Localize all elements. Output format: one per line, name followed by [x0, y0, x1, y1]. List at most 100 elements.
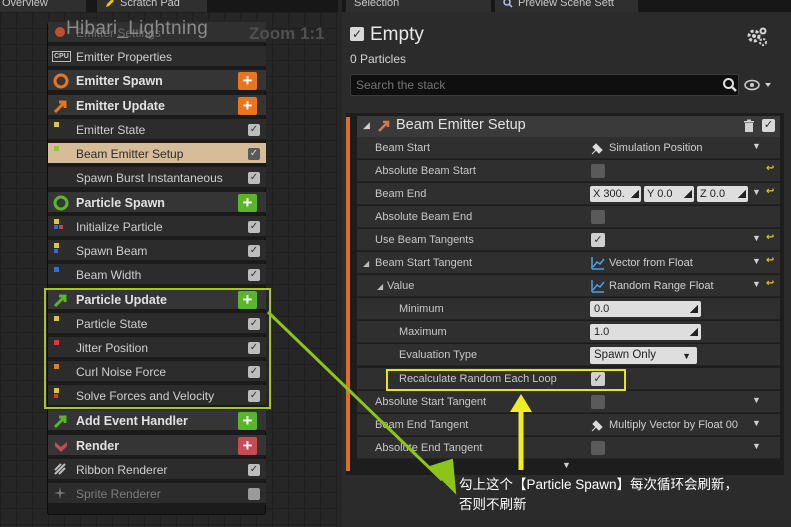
module-spawn-beam[interactable]: Spawn Beam ✓	[48, 240, 266, 262]
dropdown-arrow-icon[interactable]: ▼	[752, 279, 761, 289]
emitter-update-icon	[53, 98, 69, 114]
row-emitter-properties[interactable]: CPU Emitter Properties	[48, 46, 266, 68]
section-emitter-spawn[interactable]: Emitter Spawn +	[48, 70, 266, 92]
chevron-down-icon: ▼	[682, 351, 691, 361]
trash-icon[interactable]	[743, 119, 755, 133]
section-emitter-update[interactable]: Emitter Update +	[48, 95, 266, 117]
gear-icon[interactable]	[745, 25, 769, 49]
maximum-value: 1.0	[594, 326, 610, 338]
row-label: Spawn Beam	[76, 244, 148, 258]
tab-scratch-pad[interactable]: Scratch Pad	[97, 0, 207, 12]
tab-preview-scene-settings[interactable]: Preview Scene Sett	[495, 0, 638, 12]
maximum-field[interactable]: 1.0	[590, 324, 701, 340]
reset-icon[interactable]: ↩	[766, 186, 774, 197]
scroll-down-icon[interactable]: ▼	[562, 460, 571, 470]
prop-value[interactable]: Multiply Vector by Float 00	[609, 419, 738, 431]
module-header-beam-emitter-setup[interactable]: ◢ Beam Emitter Setup	[357, 116, 780, 137]
prop-value[interactable]: Simulation Position	[609, 142, 703, 154]
absolute-start-tangent-checkbox[interactable]	[591, 395, 605, 409]
enable-checkbox[interactable]: ✓	[248, 148, 260, 160]
search-stack-input[interactable]	[350, 74, 739, 96]
collapse-icon[interactable]: ◢	[363, 120, 370, 131]
prop-absolute-beam-end: Absolute Beam End	[357, 206, 780, 228]
prop-maximum: Maximum 1.0	[357, 321, 780, 343]
reset-icon[interactable]: ↩	[766, 278, 774, 289]
row-label: Initialize Particle	[76, 220, 163, 234]
enable-checkbox[interactable]: ✓	[248, 269, 260, 281]
prop-absolute-beam-start: Absolute Beam Start ↩	[357, 160, 780, 182]
enable-checkbox[interactable]: ✓	[248, 221, 260, 233]
dropdown-arrow-icon[interactable]: ▼	[752, 233, 761, 243]
cpu-icon: CPU	[52, 51, 71, 62]
prop-value[interactable]: Vector from Float	[609, 257, 693, 269]
add-renderer-button[interactable]: +	[238, 437, 257, 455]
tab-selection[interactable]: Selection	[346, 0, 491, 12]
tab-overview[interactable]: Overview	[0, 0, 86, 12]
collapse-icon[interactable]: ◢	[377, 282, 383, 291]
visibility-dropdown-icon[interactable]	[744, 78, 774, 92]
row-label: Add Event Handler	[76, 414, 188, 428]
dropdown-arrow-icon[interactable]: ▼	[752, 141, 761, 151]
prop-beam-start: Beam Start Simulation Position ▼	[357, 137, 780, 159]
prop-absolute-start-tangent: Absolute Start Tangent ▼	[357, 391, 780, 413]
dropdown-arrow-icon[interactable]: ▼	[752, 418, 761, 428]
use-beam-tangents-checkbox[interactable]: ✓	[591, 233, 605, 247]
dropdown-arrow-icon[interactable]: ▼	[752, 187, 761, 197]
add-particle-spawn-button[interactable]: +	[238, 194, 257, 212]
module-beam-emitter-setup[interactable]: Beam Emitter Setup ✓	[48, 143, 266, 165]
module-beam-width[interactable]: Beam Width ✓	[48, 264, 266, 286]
section-render[interactable]: Render +	[48, 435, 266, 457]
absolute-beam-start-checkbox[interactable]	[591, 164, 605, 178]
enable-checkbox[interactable]: ✓	[248, 464, 260, 476]
module-dot	[54, 146, 59, 151]
dropdown-arrow-icon[interactable]: ▼	[752, 256, 761, 266]
annotation-line-1: 勾上这个【Particle Spawn】每次循环会刷新，	[459, 477, 739, 492]
module-enabled-checkbox[interactable]: ✓	[762, 119, 775, 132]
emitter-enabled-checkbox[interactable]: ✓	[350, 27, 364, 41]
ribbon-icon	[53, 462, 69, 478]
prop-evaluation-type: Evaluation Type Spawn Only ▼	[357, 344, 780, 366]
left-tab-strip: Overview Scratch Pad	[0, 0, 338, 12]
beam-end-z-field[interactable]: Z 0.0	[697, 186, 748, 202]
enable-checkbox[interactable]: ✓	[248, 245, 260, 257]
evaluation-type-select[interactable]: Spawn Only ▼	[590, 347, 697, 364]
emitter-spawn-icon	[53, 73, 69, 89]
module-dot	[54, 267, 59, 272]
add-event-handler-button[interactable]: +	[238, 412, 257, 430]
absolute-end-tangent-checkbox[interactable]	[591, 441, 605, 455]
prop-label: Absolute Start Tangent	[375, 396, 487, 408]
row-label: Beam Emitter Setup	[76, 147, 184, 161]
reset-icon[interactable]: ↩	[766, 163, 774, 174]
module-spawn-burst[interactable]: Spawn Burst Instantaneous ✓	[48, 167, 266, 189]
minimum-field[interactable]: 0.0	[590, 301, 701, 317]
module-dot	[54, 225, 58, 229]
enable-checkbox[interactable]: ✓	[248, 488, 260, 500]
module-emitter-state[interactable]: Emitter State ✓	[48, 119, 266, 141]
vec-y: Y 0.0	[647, 188, 673, 200]
prop-beam-end: Beam End X 300. Y 0.0 Z 0.0 ▼ ↩	[357, 183, 780, 205]
enable-checkbox[interactable]: ✓	[248, 172, 260, 184]
prop-value[interactable]: Random Range Float	[609, 280, 714, 292]
beam-end-y-field[interactable]: Y 0.0	[644, 186, 694, 202]
module-ribbon-renderer[interactable]: Ribbon Renderer ✓	[48, 459, 266, 481]
reset-icon[interactable]: ↩	[766, 232, 774, 243]
add-emitter-update-button[interactable]: +	[238, 97, 257, 115]
add-emitter-spawn-button[interactable]: +	[238, 72, 257, 90]
enable-checkbox[interactable]: ✓	[248, 124, 260, 136]
section-add-event-handler[interactable]: Add Event Handler +	[48, 410, 266, 432]
tab-overview-label: Overview	[2, 0, 48, 9]
absolute-beam-end-checkbox[interactable]	[591, 210, 605, 224]
dropdown-arrow-icon[interactable]: ▼	[752, 395, 761, 405]
search-icon[interactable]	[722, 77, 738, 93]
collapse-icon[interactable]: ◢	[363, 259, 369, 268]
section-particle-spawn[interactable]: Particle Spawn +	[48, 192, 266, 214]
prop-label: Use Beam Tangents	[375, 234, 474, 246]
module-sprite-renderer[interactable]: Sprite Renderer ✓	[48, 483, 266, 505]
dropdown-arrow-icon[interactable]: ▼	[752, 441, 761, 451]
reset-icon[interactable]: ↩	[766, 255, 774, 266]
module-initialize-particle[interactable]: Initialize Particle ✓	[48, 216, 266, 238]
emitter-color-bar	[346, 117, 350, 471]
particle-spawn-icon	[53, 195, 69, 211]
beam-end-x-field[interactable]: X 300.	[590, 186, 641, 202]
prop-minimum: Minimum 0.0	[357, 298, 780, 320]
